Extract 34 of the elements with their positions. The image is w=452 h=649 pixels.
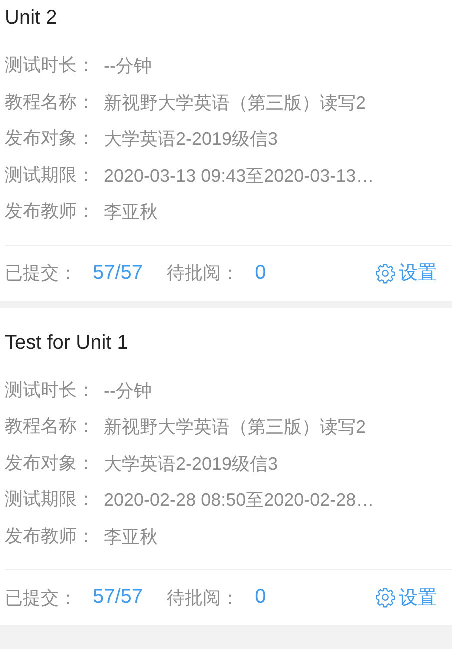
field-value: --分钟 xyxy=(104,380,152,402)
field-label: 测试时长： xyxy=(5,378,96,402)
field-label: 发布对象： xyxy=(5,452,96,476)
field-value: 大学英语2-2019级信3 xyxy=(104,452,278,476)
pending-label: 待批阅： xyxy=(167,586,240,610)
submitted-label: 已提交： xyxy=(5,262,77,285)
field-value: 2020-03-13 09:43至2020-03-13… xyxy=(104,164,374,188)
field-value: 新视野大学英语（第三版）读写2 xyxy=(104,416,366,439)
field-label: 测试期限： xyxy=(5,164,96,188)
field-label: 测试期限： xyxy=(5,488,96,512)
settings-button[interactable]: 设置 xyxy=(399,584,437,610)
field-label: 教程名称： xyxy=(5,90,96,114)
settings-icon[interactable] xyxy=(375,262,396,284)
test-title: Unit 2 xyxy=(5,6,58,31)
submitted-count: 57/57 xyxy=(93,586,144,609)
field-label: 发布教师： xyxy=(5,524,96,548)
field-value: 大学英语2-2019级信3 xyxy=(104,128,278,151)
test-title: Test for Unit 1 xyxy=(5,330,130,356)
field-label: 测试时长： xyxy=(5,54,96,78)
pending-label: 待批阅： xyxy=(167,262,240,285)
field-value: 李亚秋 xyxy=(104,526,158,548)
field-label: 教程名称： xyxy=(5,415,96,439)
field-value: 2020-02-28 08:50至2020-02-28… xyxy=(104,489,374,512)
submitted-count: 57/57 xyxy=(93,262,144,284)
field-value: 新视野大学英语（第三版）读写2 xyxy=(104,92,366,114)
field-label: 发布教师： xyxy=(5,200,96,224)
field-value: 李亚秋 xyxy=(104,201,158,224)
settings-button[interactable]: 设置 xyxy=(399,260,437,286)
field-value: --分钟 xyxy=(104,55,152,78)
pending-count: 0 xyxy=(255,586,266,609)
submitted-label: 已提交： xyxy=(5,586,77,610)
field-label: 发布对象： xyxy=(5,127,96,151)
pending-count: 0 xyxy=(255,262,266,284)
settings-icon[interactable] xyxy=(375,587,396,608)
